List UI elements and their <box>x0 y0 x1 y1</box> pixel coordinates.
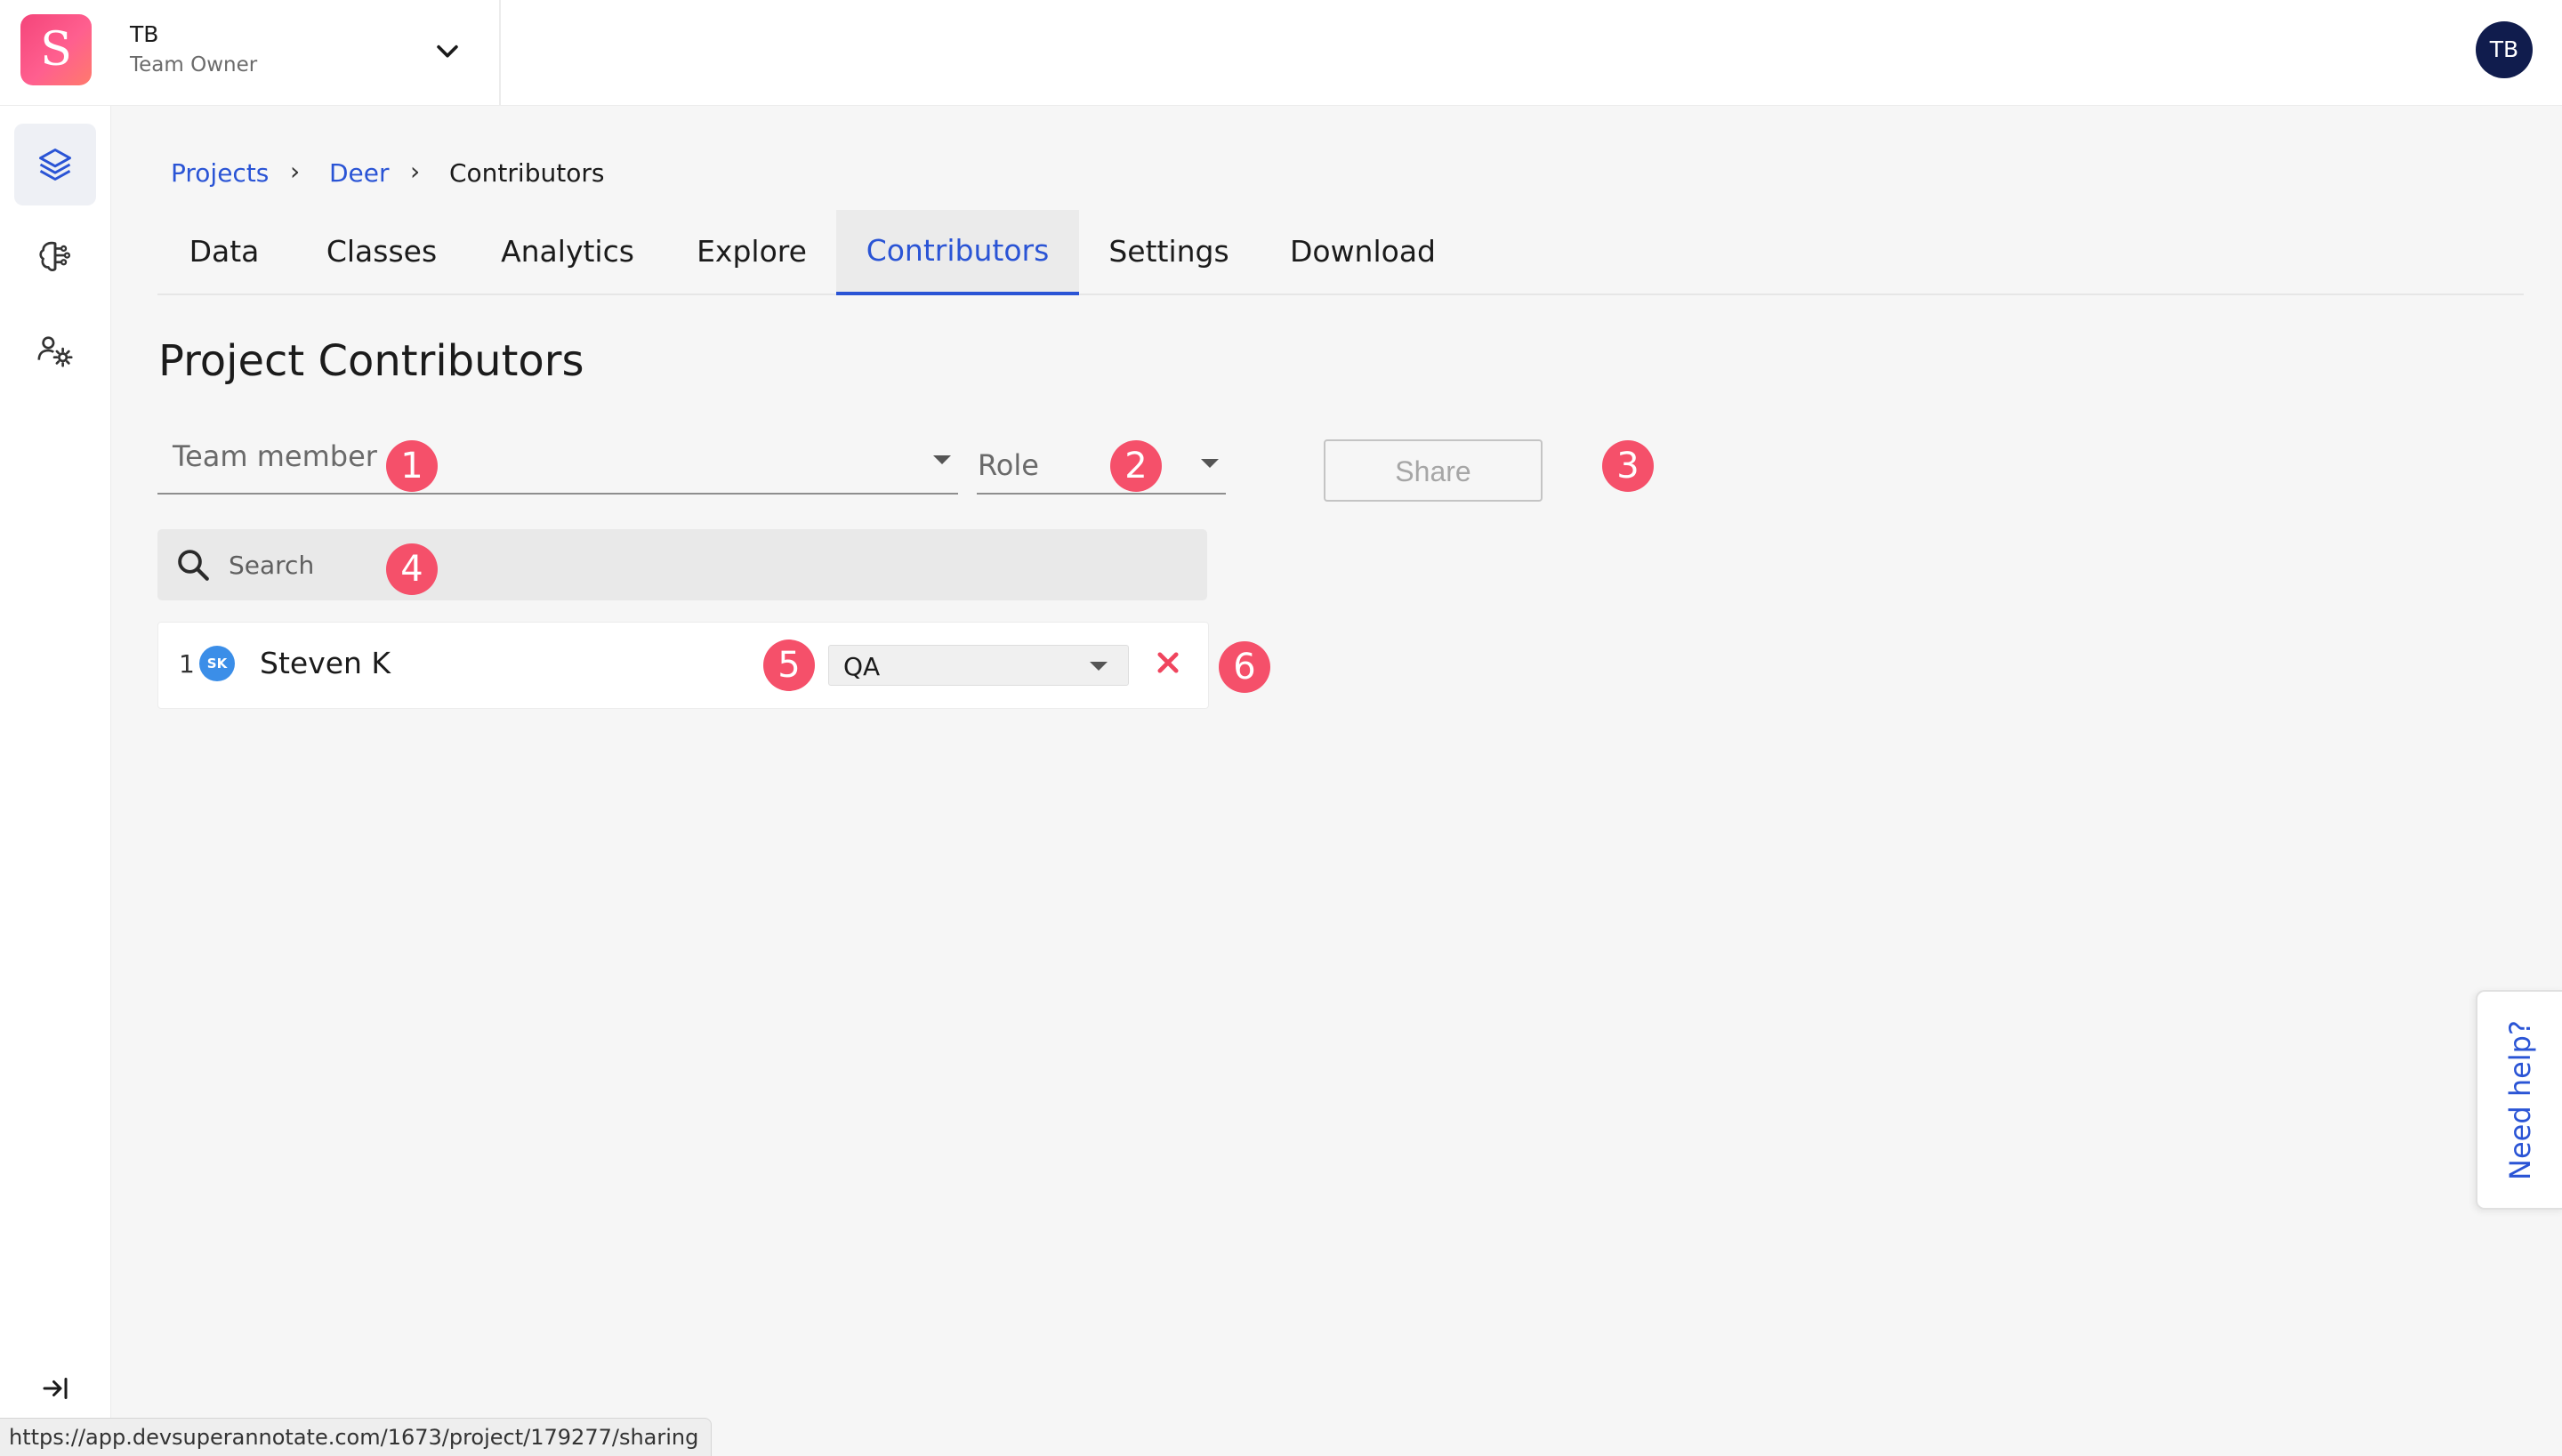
search-bar <box>157 529 1207 600</box>
team-switcher[interactable]: S TB Team Owner <box>0 0 501 105</box>
caret-down-icon <box>1090 662 1108 671</box>
user-avatar[interactable]: TB <box>2476 21 2533 78</box>
page-title: Project Contributors <box>158 336 584 386</box>
team-member-select[interactable]: Team member <box>157 430 958 495</box>
contributor-role-value: QA <box>843 652 881 681</box>
search-icon <box>178 550 209 581</box>
team-role: Team Owner <box>130 53 258 76</box>
team-name: TB <box>130 21 159 47</box>
breadcrumb-current: Contributors <box>449 158 605 188</box>
tab-explore[interactable]: Explore <box>687 210 817 294</box>
sidebar-item-projects[interactable] <box>14 124 96 205</box>
chevron-down-icon[interactable] <box>432 36 463 66</box>
status-bar-url: https://app.devsuperannotate.com/1673/pr… <box>0 1418 713 1456</box>
sidebar <box>0 106 111 1455</box>
callout-badge: 4 <box>386 543 438 595</box>
callout-badge: 2 <box>1110 440 1162 492</box>
row-index: 1 <box>179 649 195 679</box>
breadcrumb-separator: › <box>410 157 421 186</box>
tab-data[interactable]: Data <box>174 210 274 294</box>
contributor-role-select[interactable]: QA <box>828 645 1129 686</box>
collapse-sidebar-icon[interactable] <box>39 1372 71 1404</box>
contributor-name: Steven K <box>260 646 391 680</box>
caret-down-icon <box>1201 459 1219 468</box>
close-icon[interactable] <box>1148 643 1188 682</box>
layers-icon <box>39 149 71 181</box>
tab-download[interactable]: Download <box>1277 210 1448 294</box>
sidebar-item-team[interactable] <box>14 310 96 392</box>
tab-contributors[interactable]: Contributors <box>836 210 1079 295</box>
tab-classes[interactable]: Classes <box>313 210 450 294</box>
breadcrumb-separator: › <box>290 157 301 186</box>
tabs-divider <box>157 294 2524 295</box>
avatar: SK <box>199 646 235 681</box>
tab-settings[interactable]: Settings <box>1100 210 1238 294</box>
app-logo: S <box>20 14 92 85</box>
need-help-label: Need help? <box>2503 1020 2537 1180</box>
caret-down-icon <box>933 455 951 464</box>
top-header: S TB Team Owner TB <box>0 0 2562 106</box>
role-select[interactable]: Role <box>977 439 1226 495</box>
callout-badge: 1 <box>386 440 438 492</box>
breadcrumb-deer[interactable]: Deer <box>329 158 390 188</box>
sidebar-item-models[interactable] <box>14 216 96 298</box>
team-member-placeholder: Team member <box>173 439 377 473</box>
share-button[interactable]: Share <box>1324 439 1543 502</box>
brain-icon <box>39 241 71 272</box>
callout-badge: 3 <box>1602 440 1654 492</box>
breadcrumb-projects[interactable]: Projects <box>171 158 269 188</box>
callout-badge: 6 <box>1219 641 1270 693</box>
tab-analytics[interactable]: Analytics <box>487 210 648 294</box>
team-settings-icon <box>37 336 73 367</box>
need-help-button[interactable]: Need help? <box>2476 990 2562 1210</box>
role-placeholder: Role <box>978 448 1039 482</box>
callout-badge: 5 <box>763 640 815 691</box>
contributor-row: 1 SK Steven K QA <box>157 622 1209 709</box>
search-input[interactable] <box>229 529 1189 600</box>
